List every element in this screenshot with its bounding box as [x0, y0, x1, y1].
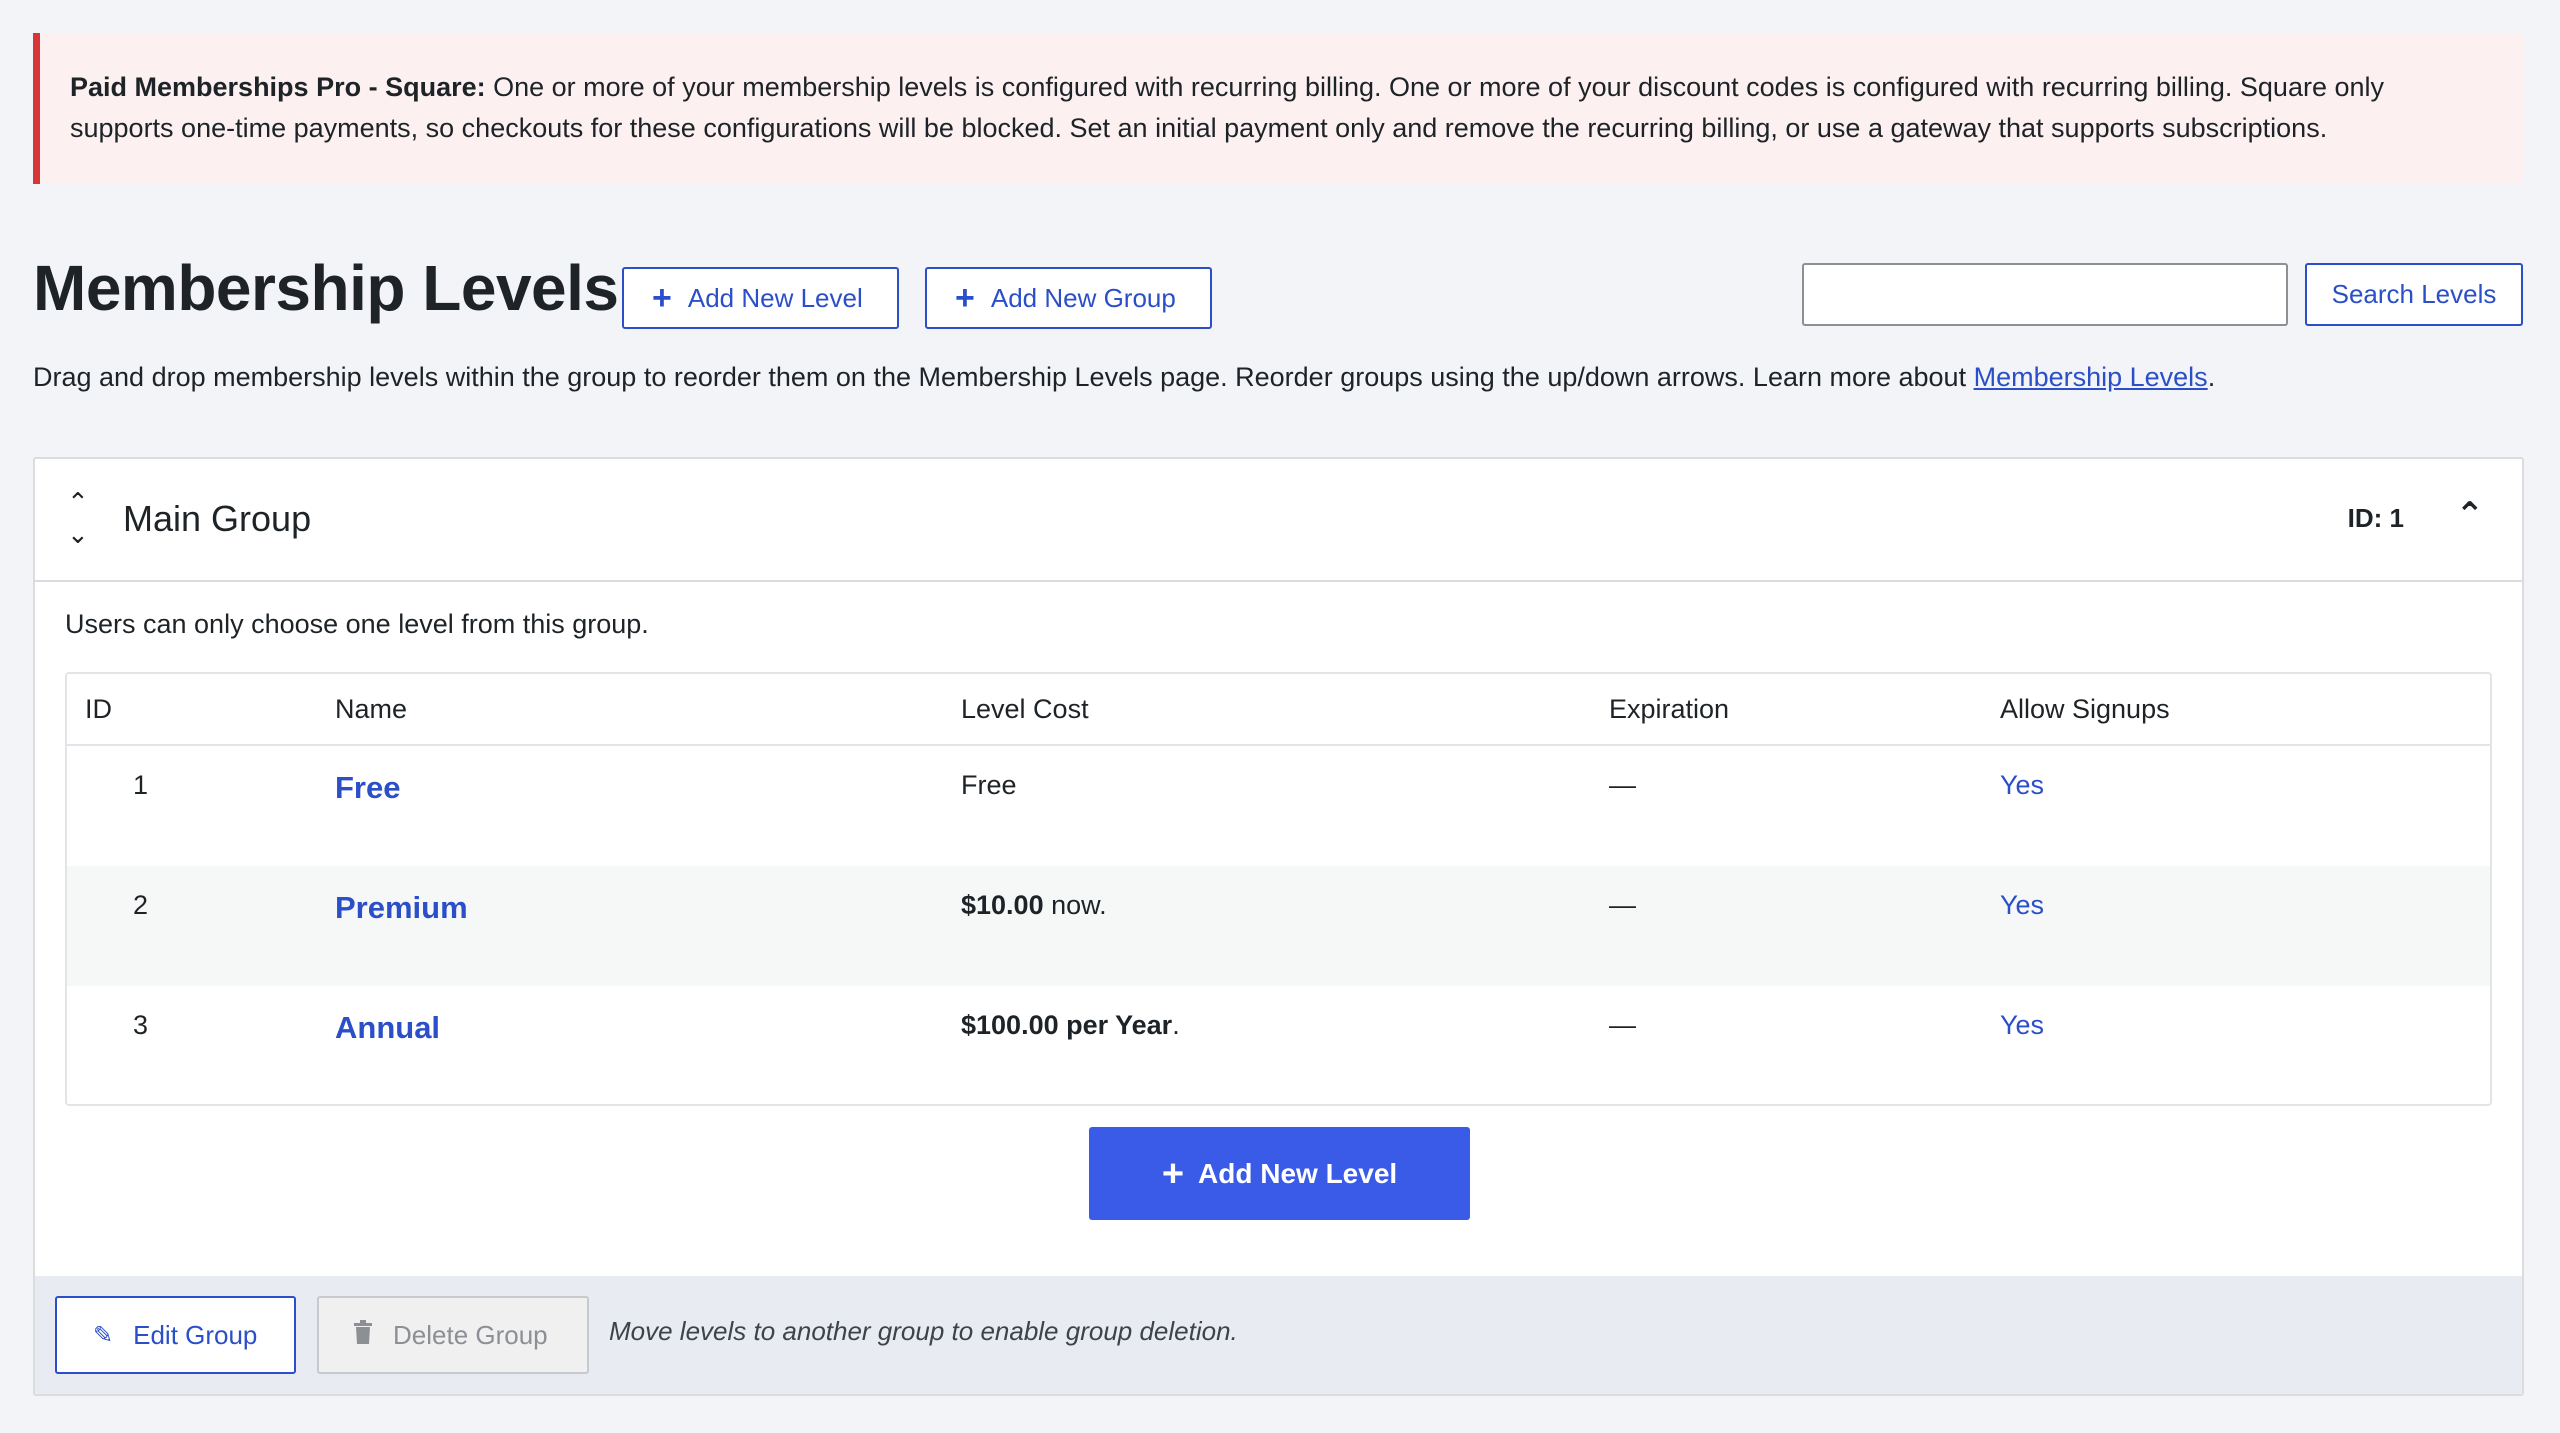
pencil-icon: ✎ [93, 1321, 114, 1349]
search-levels-label: Search Levels [2331, 279, 2497, 309]
group-title: Main Group [123, 498, 312, 539]
level-name-link[interactable]: Free [335, 770, 400, 806]
level-cost-suffix: . [1172, 1010, 1180, 1040]
table-row[interactable]: 2 Premium $10.00 now. — Yes [67, 866, 2490, 986]
delete-group-note: Move levels to another group to enable g… [609, 1316, 1238, 1346]
intro-period: . [2207, 362, 2216, 392]
column-header-allow-signups: Allow Signups [2000, 694, 2170, 724]
group-footer: ✎ Edit Group Delete Group Move levels to… [35, 1276, 2522, 1394]
group-add-new-level-button[interactable]: + Add New Level [1089, 1127, 1470, 1220]
level-allow-signups[interactable]: Yes [2000, 770, 2044, 801]
membership-levels-link[interactable]: Membership Levels [1974, 362, 2208, 392]
column-header-level-cost: Level Cost [961, 694, 1089, 724]
add-new-level-button[interactable]: + Add New Level [622, 267, 899, 329]
main-group-panel: ⌃ ⌄ Main Group ID: 1 ⌃ Users can only ch… [33, 457, 2524, 1396]
group-description: Users can only choose one level from thi… [65, 609, 649, 639]
group-id: ID: 1 [2347, 503, 2404, 533]
table-header: ID Name Level Cost Expiration Allow Sign… [67, 674, 2490, 746]
level-expiration: — [1609, 770, 1636, 800]
collapse-group-chevron-up-icon[interactable]: ⌃ [2456, 495, 2485, 535]
intro-description: Drag and drop membership levels within t… [33, 362, 1974, 392]
page-title: Membership Levels [33, 252, 619, 324]
square-gateway-notice: Paid Memberships Pro - Square: One or mo… [33, 33, 2523, 184]
level-id: 2 [133, 890, 149, 920]
level-allow-signups[interactable]: Yes [2000, 890, 2044, 921]
plus-icon: + [652, 279, 672, 317]
levels-table: ID Name Level Cost Expiration Allow Sign… [65, 672, 2492, 1106]
level-name-link[interactable]: Annual [335, 1010, 440, 1046]
level-cost: Free [961, 770, 1017, 801]
group-add-new-level-label: Add New Level [1198, 1157, 1398, 1189]
trash-icon [353, 1319, 373, 1351]
plus-icon: + [1161, 1152, 1185, 1195]
table-row[interactable]: 1 Free Free — Yes [67, 746, 2490, 866]
edit-group-label: Edit Group [133, 1319, 258, 1350]
level-expiration: — [1609, 1010, 1636, 1040]
group-header: ⌃ ⌄ Main Group ID: 1 ⌃ [35, 459, 2522, 582]
add-new-group-label: Add New Group [990, 282, 1176, 313]
level-allow-signups[interactable]: Yes [2000, 1010, 2044, 1041]
edit-group-button[interactable]: ✎ Edit Group [55, 1296, 296, 1374]
level-id: 1 [133, 770, 149, 800]
level-name-link[interactable]: Premium [335, 890, 468, 926]
level-cost: $10.00 now. [961, 890, 1107, 921]
level-expiration: — [1609, 890, 1636, 920]
move-group-up-icon[interactable]: ⌃ [67, 489, 89, 515]
plus-icon: + [955, 279, 975, 317]
search-levels-input[interactable] [1802, 263, 2288, 326]
delete-group-button: Delete Group [317, 1296, 589, 1374]
move-group-down-icon[interactable]: ⌄ [67, 521, 89, 547]
level-cost-amount: $100.00 per Year [961, 1010, 1173, 1040]
notice-title: Paid Memberships Pro - Square: [70, 72, 486, 102]
intro-text: Drag and drop membership levels within t… [33, 357, 2215, 397]
delete-group-label: Delete Group [393, 1319, 548, 1350]
level-id: 3 [133, 1010, 149, 1040]
search-levels-button[interactable]: Search Levels [2305, 263, 2523, 326]
column-header-name: Name [335, 694, 408, 724]
level-cost-suffix: now. [1043, 890, 1107, 920]
level-cost-suffix: Free [961, 770, 1017, 800]
level-cost-amount: $10.00 [961, 890, 1044, 920]
add-new-level-label: Add New Level [687, 282, 863, 313]
column-header-expiration: Expiration [1609, 694, 1730, 724]
column-header-id: ID [85, 694, 112, 724]
add-new-group-button[interactable]: + Add New Group [925, 267, 1212, 329]
level-cost: $100.00 per Year. [961, 1010, 1180, 1041]
table-row[interactable]: 3 Annual $100.00 per Year. — Yes [67, 986, 2490, 1104]
